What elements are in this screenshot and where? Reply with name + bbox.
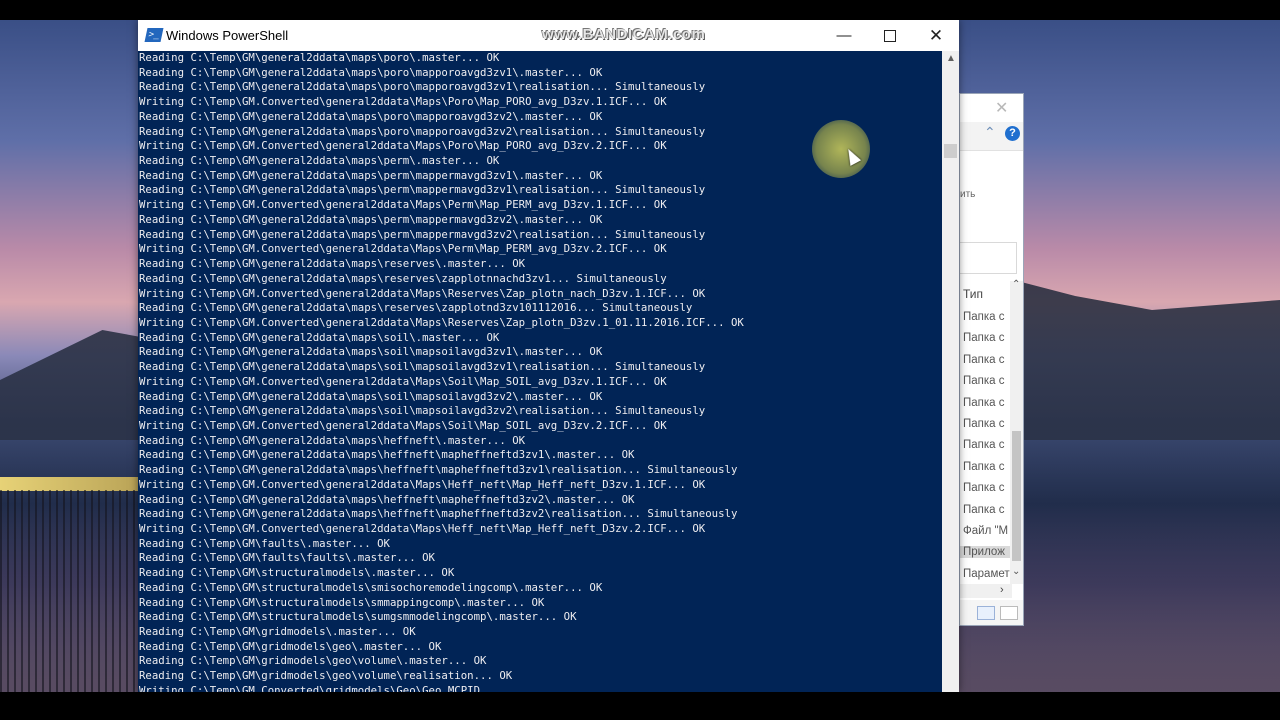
console-line: Writing C:\Temp\GM.Converted\general2dda… (139, 477, 706, 491)
console-line: Reading C:\Temp\GM\general2ddata\maps\he… (139, 492, 635, 506)
console-line: Reading C:\Temp\GM\faults\.master... OK (139, 536, 390, 550)
console-vertical-scrollbar[interactable]: ▲ (942, 51, 959, 692)
help-icon[interactable]: ? (1005, 126, 1020, 141)
console-line: Reading C:\Temp\GM\general2ddata\maps\pe… (139, 212, 603, 226)
chevron-right-icon[interactable]: › (1000, 584, 1004, 596)
console-line: Reading C:\Temp\GM\structuralmodels\.mas… (139, 566, 455, 580)
console-line: Writing C:\Temp\GM.Converted\general2dda… (139, 95, 667, 109)
console-line: Reading C:\Temp\GM\general2ddata\maps\pe… (139, 183, 706, 197)
console-line: Reading C:\Temp\GM\gridmodels\geo\volume… (139, 654, 487, 668)
console-line: Reading C:\Temp\GM\structuralmodels\sumg… (139, 610, 577, 624)
explorer-list-item[interactable]: Файл "M (963, 525, 1008, 537)
console-line: Writing C:\Temp\GM.Converted\general2dda… (139, 242, 667, 256)
console-line: Reading C:\Temp\GM\general2ddata\maps\he… (139, 507, 738, 521)
console-line: Reading C:\Temp\GM\general2ddata\maps\re… (139, 257, 526, 271)
column-header-type[interactable]: Тип (963, 287, 983, 301)
console-line: Reading C:\Temp\GM\general2ddata\maps\he… (139, 433, 526, 447)
console-line: Reading C:\Temp\GM\general2ddata\maps\po… (139, 109, 603, 123)
console-line: Reading C:\Temp\GM\general2ddata\maps\so… (139, 389, 603, 403)
console-line: Reading C:\Temp\GM\general2ddata\maps\he… (139, 448, 635, 462)
explorer-status-bar (960, 600, 1023, 625)
explorer-list-item[interactable]: Папка с (963, 332, 1005, 344)
explorer-scroll-thumb[interactable] (1012, 431, 1021, 561)
explorer-horizontal-scrollbar[interactable]: › (960, 584, 1012, 598)
console-line: Reading C:\Temp\GM\gridmodels\geo\volume… (139, 669, 513, 683)
explorer-list-item[interactable]: Папка с (963, 375, 1005, 387)
console-line: Writing C:\Temp\GM.Converted\general2dda… (139, 418, 667, 432)
console-line: Writing C:\Temp\GM.Converted\general2dda… (139, 315, 744, 329)
wallpaper-reeds (0, 490, 140, 712)
explorer-vertical-scrollbar[interactable]: ⌃ ⌄ (1010, 279, 1023, 584)
explorer-list-item[interactable]: Парамет (963, 568, 1010, 580)
powershell-icon: >_ (144, 28, 164, 42)
explorer-list-item[interactable]: Папка с (963, 461, 1005, 473)
console-line: Reading C:\Temp\GM\general2ddata\maps\po… (139, 65, 603, 79)
console-line: Reading C:\Temp\GM\structuralmodels\smis… (139, 580, 603, 594)
minimize-button[interactable]: — (821, 20, 867, 51)
large-icons-view-icon[interactable] (1000, 606, 1018, 620)
window-title: Windows PowerShell (166, 28, 289, 43)
console-line: Reading C:\Temp\GM\faults\faults\.master… (139, 551, 435, 565)
console-line: Reading C:\Temp\GM\structuralmodels\smma… (139, 595, 545, 609)
powershell-window[interactable]: >_ Windows PowerShell www.BANDICAM.com —… (138, 20, 959, 692)
chevron-up-icon[interactable]: ▲ (946, 53, 956, 64)
explorer-list-item[interactable]: Папка с (963, 354, 1005, 366)
maximize-button[interactable] (867, 20, 913, 51)
bandicam-watermark: www.BANDICAM.com (542, 26, 706, 43)
console-line: Reading C:\Temp\GM\general2ddata\maps\so… (139, 404, 706, 418)
chevron-down-icon[interactable]: ⌄ (1012, 566, 1020, 577)
console-line: Writing C:\Temp\GM.Converted\general2dda… (139, 522, 706, 535)
title-bar[interactable]: >_ Windows PowerShell www.BANDICAM.com —… (138, 20, 959, 51)
console-line: Reading C:\Temp\GM\general2ddata\maps\re… (139, 301, 693, 315)
explorer-list-item[interactable]: Папка с (963, 311, 1005, 323)
explorer-close-button[interactable]: ✕ (995, 98, 1008, 118)
console-line: Writing C:\Temp\GM.Converted\general2dda… (139, 374, 667, 388)
explorer-window[interactable]: ✕ ⌃ ? ить Тип Папка с Папка с Папка с Папка… (959, 93, 1024, 626)
explorer-list-item[interactable]: Папка с (963, 439, 1005, 451)
console-line: Writing C:\Temp\GM.Converted\gridmodels\… (139, 683, 481, 692)
close-button[interactable]: ✕ (913, 20, 959, 51)
console-line: Reading C:\Temp\GM\general2ddata\maps\so… (139, 330, 500, 344)
console-line: Reading C:\Temp\GM\general2ddata\maps\pe… (139, 227, 706, 241)
console-line: Reading C:\Temp\GM\general2ddata\maps\so… (139, 360, 706, 374)
explorer-ribbon-label[interactable]: ить (960, 189, 975, 200)
console-line: Reading C:\Temp\GM\general2ddata\maps\so… (139, 345, 603, 359)
console-line: Writing C:\Temp\GM.Converted\general2dda… (139, 198, 667, 212)
explorer-list-item[interactable]: Папка с (963, 397, 1005, 409)
explorer-list-item[interactable]: Папка с (963, 504, 1005, 516)
chevron-up-icon[interactable]: ⌃ (984, 124, 996, 141)
chevron-up-icon[interactable]: ⌃ (1012, 279, 1020, 290)
console-scroll-thumb[interactable] (944, 144, 957, 158)
console-line: Reading C:\Temp\GM\general2ddata\maps\po… (139, 51, 500, 64)
cursor-highlight (812, 120, 870, 178)
console-line: Reading C:\Temp\GM\general2ddata\maps\po… (139, 80, 706, 94)
wallpaper-shore-light (0, 477, 140, 491)
console-line: Writing C:\Temp\GM.Converted\general2dda… (139, 286, 706, 300)
explorer-list-item[interactable]: Прилож (960, 546, 1012, 559)
video-bottom-bar (0, 692, 1280, 720)
explorer-search-box[interactable] (960, 242, 1017, 274)
console-line: Reading C:\Temp\GM\general2ddata\maps\he… (139, 463, 738, 477)
console-line: Reading C:\Temp\GM\gridmodels\.master...… (139, 625, 416, 639)
close-icon: ✕ (928, 26, 944, 45)
console-line: Reading C:\Temp\GM\general2ddata\maps\re… (139, 271, 667, 285)
video-top-bar (0, 0, 1280, 20)
minimize-icon: — (836, 27, 852, 44)
maximize-icon (884, 30, 896, 43)
explorer-list-item[interactable]: Папка с (963, 482, 1005, 494)
explorer-list-item[interactable]: Папка с (963, 418, 1005, 430)
details-view-icon[interactable] (977, 606, 995, 620)
console-line: Reading C:\Temp\GM\gridmodels\geo\.maste… (139, 639, 442, 653)
